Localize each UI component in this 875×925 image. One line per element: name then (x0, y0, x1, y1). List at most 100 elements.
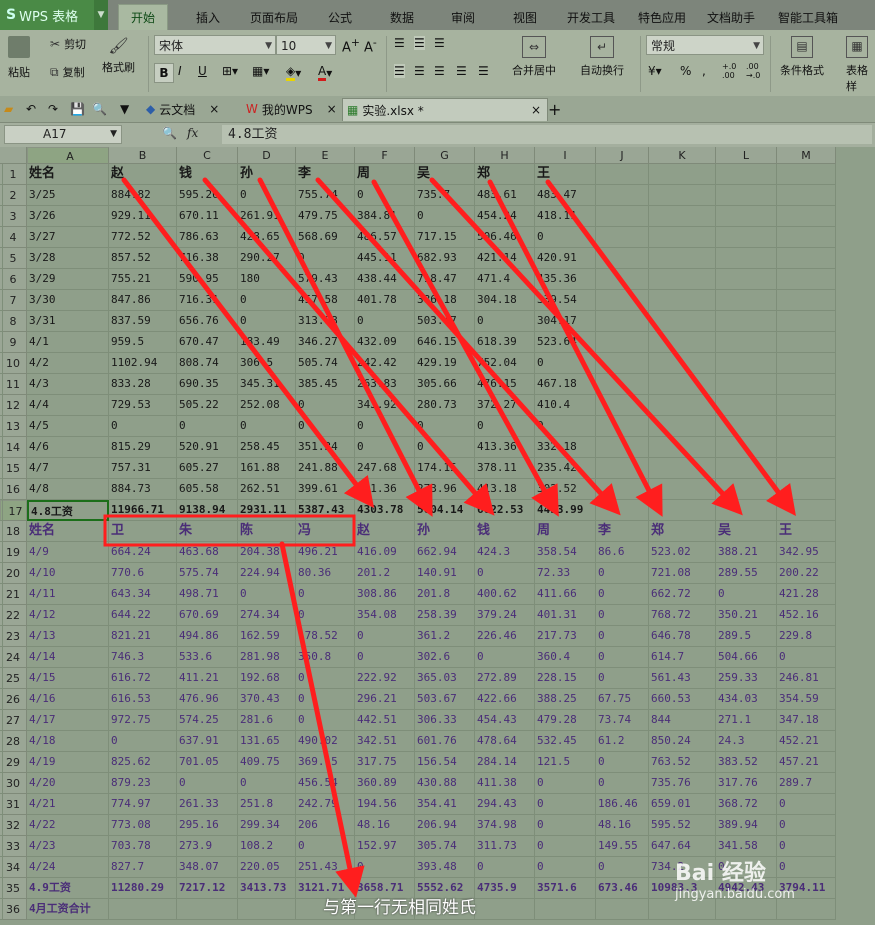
table-cell[interactable]: 378.11 (475, 458, 535, 479)
table-cell[interactable] (0, 521, 3, 542)
table-cell[interactable]: 533.6 (177, 647, 238, 668)
table-cell[interactable]: 432.09 (355, 332, 415, 353)
table-cell[interactable]: 342.51 (355, 731, 415, 752)
table-cell[interactable]: 3/28 (27, 248, 109, 269)
table-cell[interactable]: 483.47 (535, 185, 596, 206)
table-cell[interactable]: 400.62 (475, 584, 535, 605)
copy-button[interactable]: ⧉ 复制 (50, 64, 85, 80)
table-cell[interactable]: 4/16 (27, 689, 109, 710)
table-cell[interactable]: 646.78 (649, 626, 716, 647)
table-cell[interactable] (0, 458, 3, 479)
table-cell[interactable]: 505.74 (296, 353, 355, 374)
table-cell[interactable]: 690.35 (177, 374, 238, 395)
table-cell[interactable]: 844 (649, 710, 716, 731)
close-icon[interactable]: × (531, 103, 541, 117)
tab-my-wps[interactable]: W 我的WPS × (246, 98, 337, 120)
table-cell[interactable]: 0 (355, 437, 415, 458)
table-cell[interactable] (0, 500, 3, 521)
table-cell[interactable]: 0 (596, 626, 649, 647)
table-cell[interactable]: 0 (475, 563, 535, 584)
table-cell[interactable] (0, 416, 3, 437)
table-cell[interactable]: 662.72 (649, 584, 716, 605)
table-cell[interactable] (596, 416, 649, 437)
table-cell[interactable]: 532.45 (535, 731, 596, 752)
quick-access-menu-button[interactable]: ▼ (120, 98, 129, 120)
table-cell[interactable] (0, 752, 3, 773)
table-cell[interactable]: 479.28 (535, 710, 596, 731)
table-cell[interactable]: 0 (596, 605, 649, 626)
table-cell[interactable]: 646.15 (415, 332, 475, 353)
wps-app-menu-button[interactable]: S WPS 表格 ▼ (0, 0, 108, 30)
table-cell[interactable] (596, 311, 649, 332)
table-cell[interactable] (238, 899, 296, 920)
column-header[interactable]: M (777, 147, 836, 164)
column-header[interactable]: A (27, 147, 109, 164)
table-cell[interactable]: 0 (535, 416, 596, 437)
table-cell[interactable] (777, 416, 836, 437)
table-cell[interactable]: 251.8 (238, 794, 296, 815)
row-header[interactable]: 22 (0, 605, 27, 626)
table-cell[interactable]: 73.74 (596, 710, 649, 731)
table-cell[interactable]: 590.95 (177, 269, 238, 290)
table-cell[interactable]: 姓名 (27, 164, 109, 185)
table-cell[interactable] (777, 500, 836, 521)
tab-developer[interactable]: 开发工具 (567, 9, 615, 30)
table-cell[interactable]: 435.36 (535, 269, 596, 290)
table-cell[interactable]: 808.74 (177, 353, 238, 374)
table-cell[interactable] (649, 479, 716, 500)
table-cell[interactable]: 4/11 (27, 584, 109, 605)
align-left-button[interactable]: ☰ (394, 64, 405, 78)
table-cell[interactable]: 763.52 (649, 752, 716, 773)
table-cell[interactable]: 579.43 (296, 269, 355, 290)
table-cell[interactable]: 2931.11 (238, 500, 296, 521)
font-name-select[interactable]: 宋体 ▼ (154, 35, 276, 55)
table-cell[interactable]: 308.86 (355, 584, 415, 605)
table-cell[interactable] (716, 437, 777, 458)
column-header[interactable]: B (109, 147, 177, 164)
table-cell[interactable]: 281.98 (238, 647, 296, 668)
table-cell[interactable]: 131.65 (238, 731, 296, 752)
table-cell[interactable]: 4/4 (27, 395, 109, 416)
table-cell[interactable]: 0 (596, 773, 649, 794)
table-cell[interactable] (0, 290, 3, 311)
table-cell[interactable]: 258.39 (415, 605, 475, 626)
table-cell[interactable] (649, 269, 716, 290)
table-cell[interactable] (777, 164, 836, 185)
table-cell[interactable]: 929.11 (109, 206, 177, 227)
table-cell[interactable]: 294.43 (475, 794, 535, 815)
table-cell[interactable] (777, 185, 836, 206)
row-header[interactable]: 7 (0, 290, 27, 311)
table-cell[interactable]: 229.8 (777, 626, 836, 647)
table-cell[interactable]: 204.38 (238, 542, 296, 563)
table-cell[interactable]: 3/31 (27, 311, 109, 332)
table-cell[interactable]: 365.03 (415, 668, 475, 689)
row-header[interactable]: 27 (0, 710, 27, 731)
table-cell[interactable] (716, 185, 777, 206)
table-cell[interactable]: 847.86 (109, 290, 177, 311)
table-cell[interactable]: 4/2 (27, 353, 109, 374)
table-cell[interactable]: 664.24 (109, 542, 177, 563)
table-cell[interactable]: 384.81 (355, 206, 415, 227)
row-header[interactable]: 30 (0, 773, 27, 794)
table-cell[interactable]: 258.45 (238, 437, 296, 458)
table-cell[interactable]: 290.27 (238, 248, 296, 269)
table-cell[interactable]: 296.21 (355, 689, 415, 710)
table-cell[interactable]: 601.76 (415, 731, 475, 752)
table-cell[interactable] (777, 248, 836, 269)
column-header[interactable]: F (355, 147, 415, 164)
table-cell[interactable]: 284.14 (475, 752, 535, 773)
row-header[interactable]: 16 (0, 479, 27, 500)
table-cell[interactable]: 413.18 (475, 479, 535, 500)
distributed-button[interactable]: ☰ (478, 64, 489, 78)
table-cell[interactable]: 616.72 (109, 668, 177, 689)
align-right-button[interactable]: ☰ (434, 64, 445, 78)
select-all-corner[interactable] (0, 147, 27, 164)
table-cell[interactable]: 348.07 (177, 857, 238, 878)
row-header[interactable]: 28 (0, 731, 27, 752)
table-cell[interactable] (596, 164, 649, 185)
table-cell[interactable]: 228.15 (535, 668, 596, 689)
table-cell[interactable]: 304.18 (475, 290, 535, 311)
table-cell[interactable]: 孙 (415, 521, 475, 542)
table-cell[interactable]: 289.7 (777, 773, 836, 794)
table-cell[interactable]: 347.18 (777, 710, 836, 731)
